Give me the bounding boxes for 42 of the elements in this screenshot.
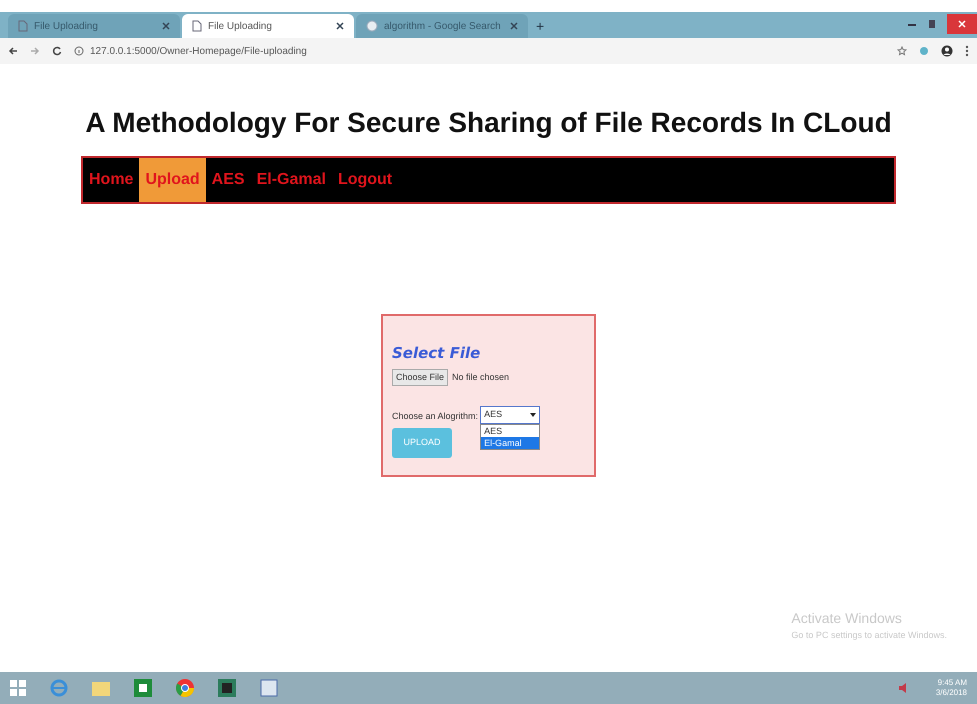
tab-title: algorithm - Google Search xyxy=(384,20,502,34)
form-heading: Select File xyxy=(392,343,482,364)
page-title: A Methodology For Secure Sharing of File Records In CLoud xyxy=(85,106,892,140)
restore-icon[interactable] xyxy=(927,19,937,29)
tab-title: File Uploading xyxy=(208,20,273,34)
browser-tab[interactable]: algorithm - Google Search xyxy=(356,14,528,38)
caret-icon xyxy=(530,413,536,417)
clock-time[interactable]: 9:45 AM xyxy=(938,678,967,688)
page-icon xyxy=(18,20,28,32)
star-icon[interactable] xyxy=(897,46,907,56)
close-window-button[interactable] xyxy=(947,14,977,34)
new-tab-button[interactable]: + xyxy=(530,14,550,38)
extension-icon[interactable] xyxy=(919,46,929,56)
algorithm-label: Choose an Alogrithm: xyxy=(392,410,478,423)
url-text[interactable]: 127.0.0.1:5000/Owner-Homepage/File-uploading xyxy=(90,44,307,58)
reload-icon[interactable] xyxy=(52,46,62,56)
dropdown-option[interactable]: AES xyxy=(481,425,540,437)
tab-title: File Uploading xyxy=(34,20,99,34)
app-tile-icon[interactable] xyxy=(134,679,152,697)
back-arrow-icon[interactable] xyxy=(8,46,18,56)
nav-link[interactable]: AES xyxy=(206,158,251,202)
dropdown-option[interactable]: El-Gamal xyxy=(481,437,540,449)
browser-tab[interactable]: File Uploading xyxy=(8,14,180,38)
close-icon[interactable] xyxy=(336,22,344,30)
profile-icon[interactable] xyxy=(941,45,953,57)
page-icon xyxy=(192,20,202,32)
nav-link[interactable]: Logout xyxy=(332,158,398,202)
file-status: No file chosen xyxy=(452,370,510,384)
windows-logo-icon[interactable] xyxy=(10,680,26,696)
choose-file-button[interactable]: Choose File xyxy=(392,368,448,386)
nav-link[interactable]: El-Gamal xyxy=(250,158,332,202)
chrome-icon[interactable] xyxy=(176,679,194,697)
nav-link[interactable]: Home xyxy=(83,158,140,202)
globe-icon xyxy=(366,20,378,32)
algorithm-select[interactable]: AES xyxy=(480,406,540,424)
menu-icon[interactable] xyxy=(965,45,969,57)
clock-date[interactable]: 3/6/2018 xyxy=(936,688,967,698)
nav-link[interactable]: Upload xyxy=(139,158,206,202)
document-icon[interactable] xyxy=(260,679,278,697)
info-icon[interactable] xyxy=(74,46,84,56)
app-tile-icon[interactable] xyxy=(218,679,236,697)
browser-tab[interactable]: File Uploading xyxy=(182,14,354,38)
